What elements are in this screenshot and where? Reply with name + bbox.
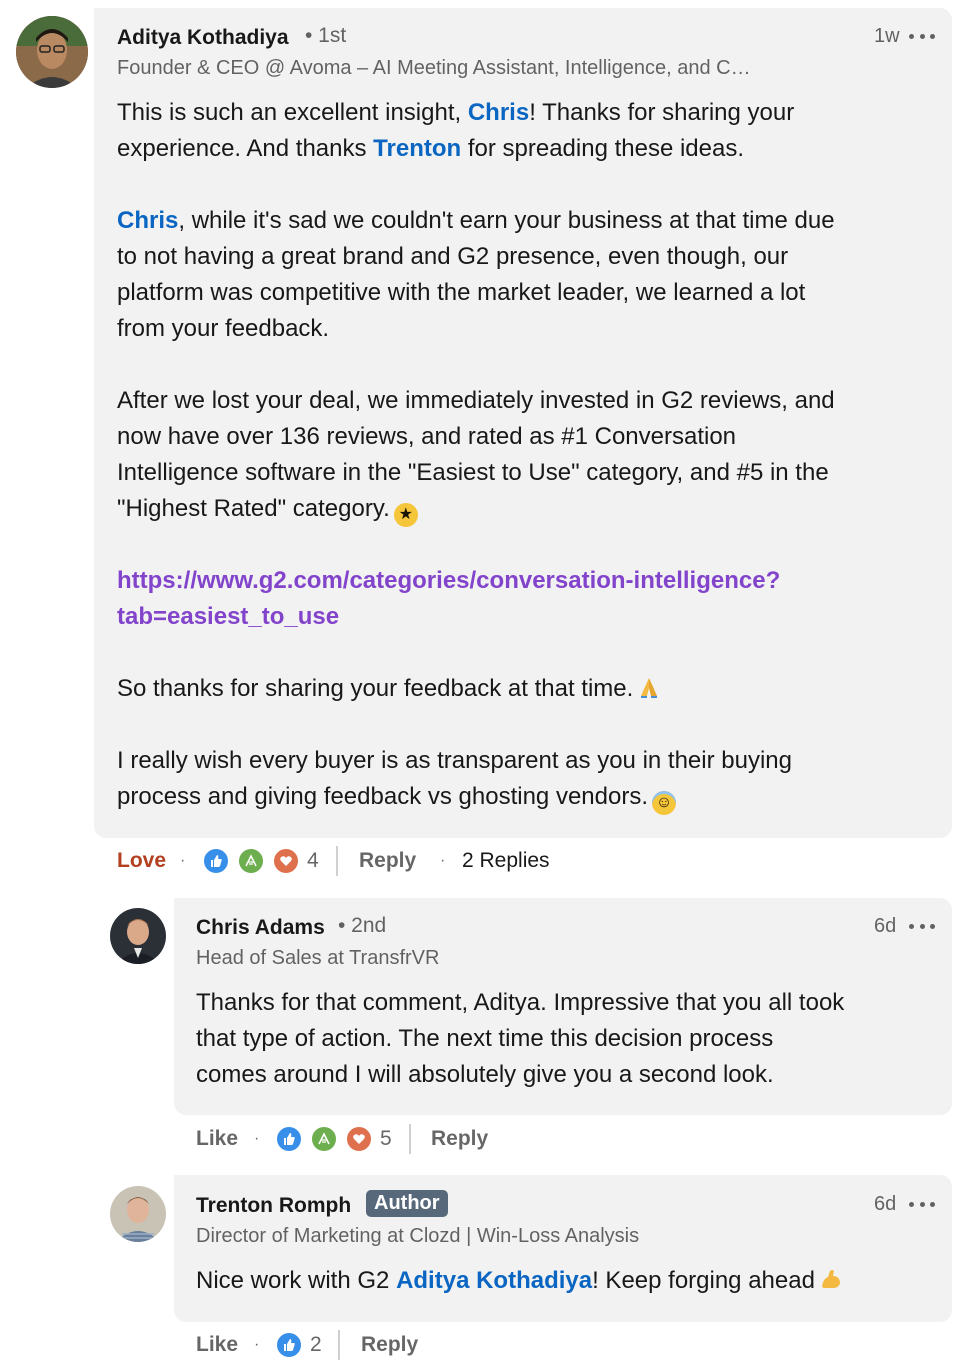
comment-paragraph-3: After we lost your deal, we immediately … bbox=[117, 383, 835, 527]
text-line: After we lost your deal, we immediately … bbox=[117, 387, 835, 414]
reaction-count[interactable]: 2 bbox=[310, 1333, 322, 1357]
avatar-trenton[interactable] bbox=[110, 1186, 166, 1242]
avatar-aditya[interactable] bbox=[16, 16, 88, 88]
avatar-chris-image bbox=[110, 908, 166, 964]
celebrate-reaction-icon[interactable] bbox=[237, 847, 265, 875]
text-line: I really wish every buyer is as transpar… bbox=[117, 747, 792, 774]
author-headline: Director of Marketing at Clozd | Win-Los… bbox=[196, 1225, 640, 1247]
like-button[interactable]: Like bbox=[196, 1333, 238, 1357]
reaction-count[interactable]: 4 bbox=[307, 849, 319, 873]
flexed-biceps-emoji-icon bbox=[819, 1267, 843, 1291]
like-button[interactable]: Like bbox=[196, 1127, 238, 1151]
love-reaction-icon[interactable] bbox=[272, 847, 300, 875]
link-line[interactable]: tab=easiest_to_use bbox=[117, 599, 780, 635]
text-segment: ! Thanks for sharing your bbox=[529, 99, 795, 126]
g2-link[interactable]: https://www.g2.com/categories/conversati… bbox=[117, 563, 780, 635]
reply-text: Nice work with G2 Aditya Kothadiya! Keep… bbox=[196, 1263, 843, 1299]
text-line: comes around I will absolutely give you … bbox=[196, 1061, 774, 1088]
reaction-count[interactable]: 5 bbox=[380, 1127, 392, 1151]
celebrate-reaction-icon[interactable] bbox=[310, 1125, 338, 1153]
reply-button[interactable]: Reply bbox=[359, 849, 416, 873]
reply-author-name[interactable]: Trenton Romph bbox=[196, 1194, 351, 1218]
text-segment: Nice work with G2 bbox=[196, 1267, 397, 1294]
text-segment: for spreading these ideas. bbox=[461, 135, 745, 162]
connection-degree: • 2nd bbox=[338, 914, 387, 937]
mention-aditya[interactable]: Aditya Kothadiya bbox=[396, 1267, 592, 1294]
text-segment: This is such an excellent insight, bbox=[117, 99, 468, 126]
text-line: now have over 136 reviews, and rated as … bbox=[117, 423, 737, 450]
like-reaction-icon[interactable] bbox=[202, 847, 230, 875]
text-line: So thanks for sharing your feedback at t… bbox=[117, 675, 634, 702]
divider bbox=[338, 1330, 340, 1360]
love-reaction-icon[interactable] bbox=[345, 1125, 373, 1153]
text-line: "Highest Rated" category. bbox=[117, 495, 390, 522]
avatar-aditya-image bbox=[16, 16, 88, 88]
mention-trenton[interactable]: Trenton bbox=[373, 135, 461, 162]
comment-timestamp: 1w bbox=[874, 25, 900, 47]
reply-button[interactable]: Reply bbox=[361, 1333, 418, 1357]
reply-button[interactable]: Reply bbox=[431, 1127, 488, 1151]
like-reaction-icon[interactable] bbox=[275, 1331, 303, 1359]
separator-dot: · bbox=[254, 1336, 260, 1353]
comment-paragraph-2: Chris, while it's sad we couldn't earn y… bbox=[117, 203, 835, 347]
text-line: process and giving feedback vs ghosting … bbox=[117, 783, 648, 810]
comment-author-name[interactable]: Aditya Kothadiya bbox=[117, 26, 289, 50]
comment-paragraph-5: I really wish every buyer is as transpar… bbox=[117, 743, 792, 815]
smiling-halo-emoji-icon: ☺ bbox=[652, 791, 676, 815]
text-line: from your feedback. bbox=[117, 315, 330, 342]
text-line: Thanks for that comment, Aditya. Impress… bbox=[196, 989, 845, 1016]
reply-timestamp: 6d bbox=[874, 1193, 897, 1215]
comment-paragraph-4: So thanks for sharing your feedback at t… bbox=[117, 671, 661, 707]
text-segment: , while it's sad we couldn't earn your b… bbox=[178, 207, 835, 234]
folded-hands-emoji-icon bbox=[637, 675, 661, 699]
text-line: to not having a great brand and G2 prese… bbox=[117, 243, 789, 270]
text-line: Intelligence software in the "Easiest to… bbox=[117, 459, 829, 486]
text-segment: experience. And thanks bbox=[117, 135, 374, 162]
author-badge: Author bbox=[366, 1190, 448, 1217]
reply-author-name[interactable]: Chris Adams bbox=[196, 916, 325, 940]
avatar-chris[interactable] bbox=[110, 908, 166, 964]
link-line[interactable]: https://www.g2.com/categories/conversati… bbox=[117, 563, 780, 599]
mention-chris[interactable]: Chris bbox=[468, 99, 529, 126]
text-segment: ! Keep forging ahead bbox=[592, 1267, 815, 1294]
replies-count-link[interactable]: 2 Replies bbox=[462, 849, 550, 873]
author-headline: Founder & CEO @ Avoma – AI Meeting Assis… bbox=[117, 57, 751, 79]
reply-timestamp: 6d bbox=[874, 915, 897, 937]
divider bbox=[409, 1124, 411, 1154]
like-reaction-icon[interactable] bbox=[275, 1125, 303, 1153]
author-headline: Head of Sales at TransfrVR bbox=[196, 947, 440, 969]
separator-dot: · bbox=[254, 1130, 260, 1147]
more-options-icon[interactable] bbox=[909, 1200, 935, 1208]
mention-chris[interactable]: Chris bbox=[117, 207, 178, 234]
reply-text: Thanks for that comment, Aditya. Impress… bbox=[196, 985, 844, 1093]
more-options-icon[interactable] bbox=[909, 32, 935, 40]
connection-degree: • 1st bbox=[305, 24, 347, 47]
text-line: that type of action. The next time this … bbox=[196, 1025, 774, 1052]
avatar-trenton-image bbox=[110, 1186, 166, 1242]
star-struck-emoji-icon: ★ bbox=[393, 503, 418, 527]
separator-dot: · bbox=[180, 852, 186, 869]
separator-dot: · bbox=[440, 852, 446, 869]
comment-paragraph-1: This is such an excellent insight, Chris… bbox=[117, 95, 794, 167]
more-options-icon[interactable] bbox=[909, 922, 935, 930]
divider bbox=[336, 846, 338, 876]
love-reaction-button[interactable]: Love bbox=[117, 849, 166, 873]
text-line: platform was competitive with the market… bbox=[117, 279, 806, 306]
